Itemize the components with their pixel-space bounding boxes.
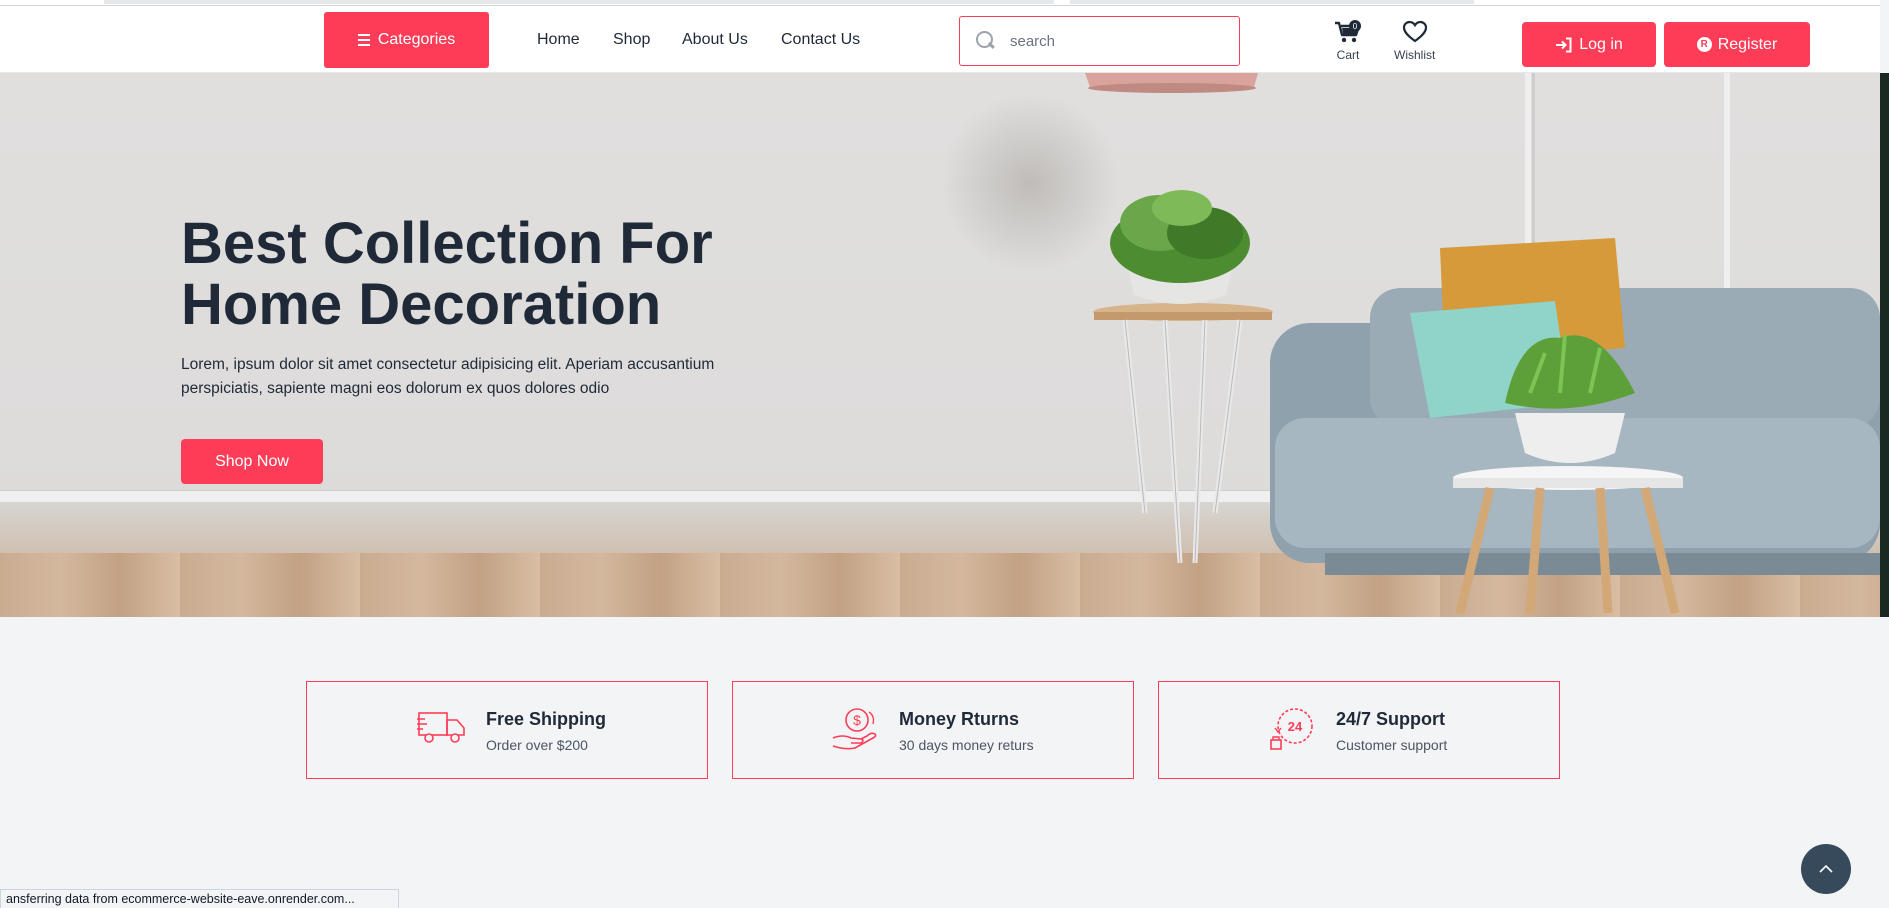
delivery-truck-icon: [417, 712, 465, 743]
feature-subtitle: 30 days money returs: [899, 737, 1034, 753]
top-strip-segment: [1070, 0, 1474, 4]
right-edge-dark-strip: [1880, 73, 1889, 617]
site-header: Categories Home Shop About Us Contact Us…: [0, 6, 1889, 73]
register-button[interactable]: R Register: [1664, 22, 1810, 67]
sign-in-icon: [1556, 37, 1572, 52]
search-box: [959, 16, 1240, 66]
cart-label: Cart: [1336, 48, 1360, 62]
feature-subtitle: Order over $200: [486, 737, 588, 753]
wishlist-link[interactable]: Wishlist: [1394, 20, 1435, 62]
feature-title: Free Shipping: [486, 709, 607, 729]
svg-text:24: 24: [1288, 719, 1303, 734]
login-button[interactable]: Log in: [1522, 22, 1656, 67]
browser-status-bar: ansferring data from ecommerce-website-e…: [0, 889, 399, 908]
right-edge: [1880, 0, 1889, 908]
hero-title-line2: Home Decoration: [181, 272, 662, 337]
wishlist-label: Wishlist: [1394, 48, 1436, 62]
hero-description: Lorem, ipsum dolor sit amet consectetur …: [181, 356, 715, 397]
login-label: Log in: [1579, 35, 1623, 53]
nav-contact-us[interactable]: Contact Us: [781, 12, 860, 68]
feature-free-shipping: Free Shipping Order over $200: [306, 681, 708, 779]
scroll-to-top-button[interactable]: [1801, 844, 1851, 894]
money-hand-icon: $: [832, 708, 877, 750]
search-icon[interactable]: [976, 31, 996, 51]
categories-button[interactable]: Categories: [324, 12, 489, 68]
feature-support: 24 24/7 Support Customer support: [1158, 681, 1560, 779]
cart-link[interactable]: 0 Cart: [1334, 20, 1362, 62]
nav-home[interactable]: Home: [537, 12, 580, 68]
hero-banner: Best Collection For Home Decoration Lore…: [0, 73, 1880, 617]
register-label: Register: [1717, 35, 1778, 53]
feature-title: 24/7 Support: [1336, 709, 1446, 729]
cart-count-badge: 0: [1349, 20, 1361, 32]
hero-title: Best Collection For Home Decoration: [181, 213, 881, 335]
feature-title: Money Rturns: [899, 709, 1020, 729]
categories-label: Categories: [377, 31, 456, 48]
top-strip-segment: [104, 0, 1054, 4]
svg-text:$: $: [853, 712, 861, 728]
shop-now-button[interactable]: Shop Now: [181, 439, 323, 484]
chevron-up-icon: [1819, 864, 1833, 873]
nav-shop[interactable]: Shop: [613, 12, 650, 68]
register-r-icon: R: [1696, 37, 1712, 52]
hero-title-line1: Best Collection For: [181, 211, 713, 276]
heart-icon: [1402, 20, 1427, 43]
cart-icon-wrap: 0: [1334, 20, 1362, 48]
feature-money-returns: $ Money Rturns 30 days money returs: [732, 681, 1134, 779]
menu-bars-icon: [357, 34, 370, 46]
support-24-icon: 24: [1270, 708, 1313, 750]
nav-about-us[interactable]: About Us: [682, 12, 748, 68]
feature-subtitle: Customer support: [1336, 737, 1448, 753]
search-input[interactable]: [1010, 32, 1210, 50]
living-room-illustration: [1085, 73, 1880, 615]
